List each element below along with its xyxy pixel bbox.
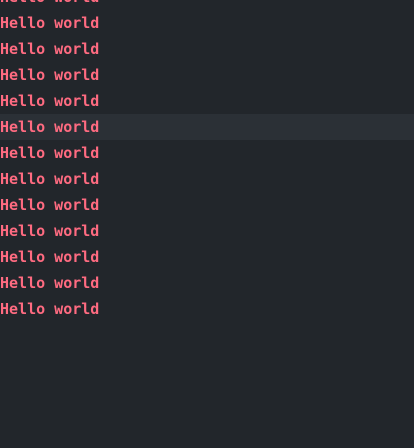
code-line[interactable]: Hello world	[0, 192, 414, 218]
code-line[interactable]: Hello world	[0, 0, 414, 10]
code-line[interactable]: Hello world	[0, 10, 414, 36]
code-line[interactable]: Hello world	[0, 62, 414, 88]
code-line[interactable]: Hello world	[0, 244, 414, 270]
editor-lines: Hello world Hello world Hello world Hell…	[0, 0, 414, 322]
current-code-line[interactable]: Hello world	[0, 114, 414, 140]
code-line[interactable]: Hello world	[0, 270, 414, 296]
editor-viewport[interactable]: Hello world Hello world Hello world Hell…	[0, 0, 414, 448]
code-line[interactable]: Hello world	[0, 140, 414, 166]
code-line[interactable]: Hello world	[0, 88, 414, 114]
code-line[interactable]: Hello world	[0, 218, 414, 244]
code-line[interactable]: Hello world	[0, 166, 414, 192]
code-line[interactable]: Hello world	[0, 36, 414, 62]
code-line[interactable]: Hello world	[0, 296, 414, 322]
